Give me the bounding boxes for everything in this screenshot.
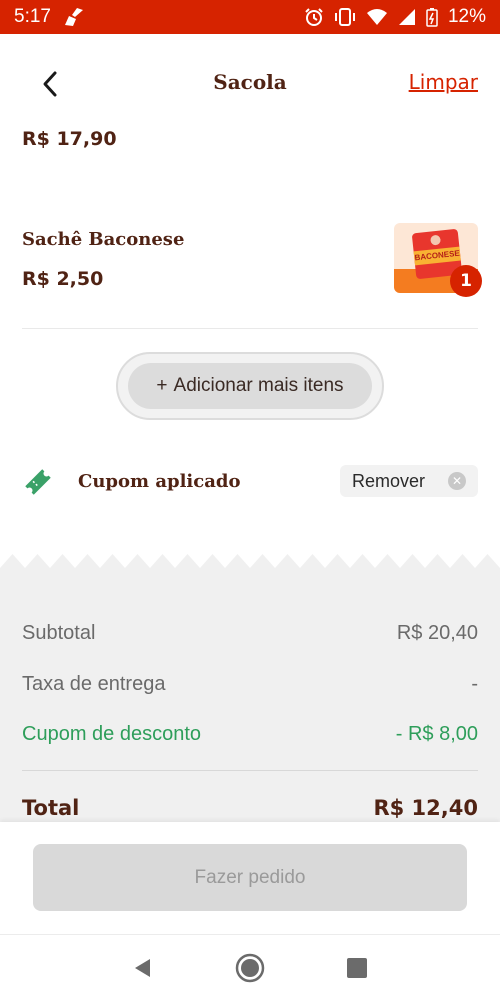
subtotal-row: Subtotal R$ 20,40 (22, 622, 478, 645)
quantity-badge: 1 (450, 265, 482, 297)
battery-icon (426, 7, 438, 27)
place-order-button[interactable]: Fazer pedido (33, 844, 467, 911)
footer: Fazer pedido (0, 822, 500, 934)
battery-percent: 12% (447, 6, 486, 27)
alarm-icon (304, 7, 324, 27)
coupon-row: Cupom aplicado Remover ✕ (0, 455, 500, 515)
subtotal-label: Subtotal (22, 622, 96, 644)
add-more-items-button[interactable]: + Adicionar mais itens (128, 363, 372, 409)
broom-icon (63, 7, 85, 27)
header: Sacola Limpar (0, 34, 500, 134)
sachet-label: BACONESE (414, 248, 461, 263)
delivery-fee-row: Taxa de entrega - (22, 673, 478, 696)
signal-icon (398, 8, 416, 26)
cart-item-name: Sachê Baconese (22, 229, 185, 250)
subtotal-value: R$ 20,40 (396, 622, 478, 644)
close-icon: ✕ (448, 472, 466, 490)
square-recents-icon (346, 957, 367, 978)
add-more-container: + Adicionar mais itens (116, 352, 384, 420)
system-nav-bar (0, 934, 500, 1000)
nav-recents-button[interactable] (337, 948, 377, 988)
ticket-icon (22, 466, 54, 502)
total-row: Total R$ 12,40 (22, 796, 478, 823)
discount-label: Cupom de desconto (22, 723, 202, 745)
discount-value: - R$ 8,00 (395, 723, 478, 745)
status-bar: 5:17 12% (0, 0, 500, 34)
discount-row: Cupom de desconto - R$ 8,00 (22, 723, 478, 746)
previous-item-price: R$ 17,90 (22, 128, 117, 150)
total-value: R$ 12,40 (373, 796, 478, 820)
triangle-back-icon (135, 958, 151, 977)
nav-home-button[interactable] (230, 948, 270, 988)
receipt-edge (0, 548, 500, 572)
divider (22, 328, 478, 329)
circle-home-icon (235, 953, 265, 982)
plus-icon: + (156, 375, 168, 396)
divider (22, 770, 478, 771)
delivery-fee-value: - (471, 673, 478, 695)
coupon-label: Cupom aplicado (78, 471, 241, 492)
clear-cart-link[interactable]: Limpar (409, 70, 478, 94)
remove-coupon-label: Remover (352, 470, 426, 491)
cart-item-image[interactable]: BACONESE 1 (394, 223, 482, 297)
vibrate-icon (334, 7, 356, 27)
nav-back-button[interactable] (123, 948, 163, 988)
total-label: Total (22, 796, 80, 820)
sachet-logo (430, 234, 442, 246)
delivery-fee-label: Taxa de entrega (22, 673, 166, 695)
remove-coupon-button[interactable]: Remover ✕ (340, 465, 478, 497)
add-more-label: Adicionar mais itens (173, 375, 344, 396)
status-time: 5:17 (14, 6, 51, 27)
wifi-icon (366, 8, 388, 26)
order-summary: Subtotal R$ 20,40 Taxa de entrega - Cupo… (0, 548, 500, 823)
cart-item-price: R$ 2,50 (22, 268, 104, 290)
